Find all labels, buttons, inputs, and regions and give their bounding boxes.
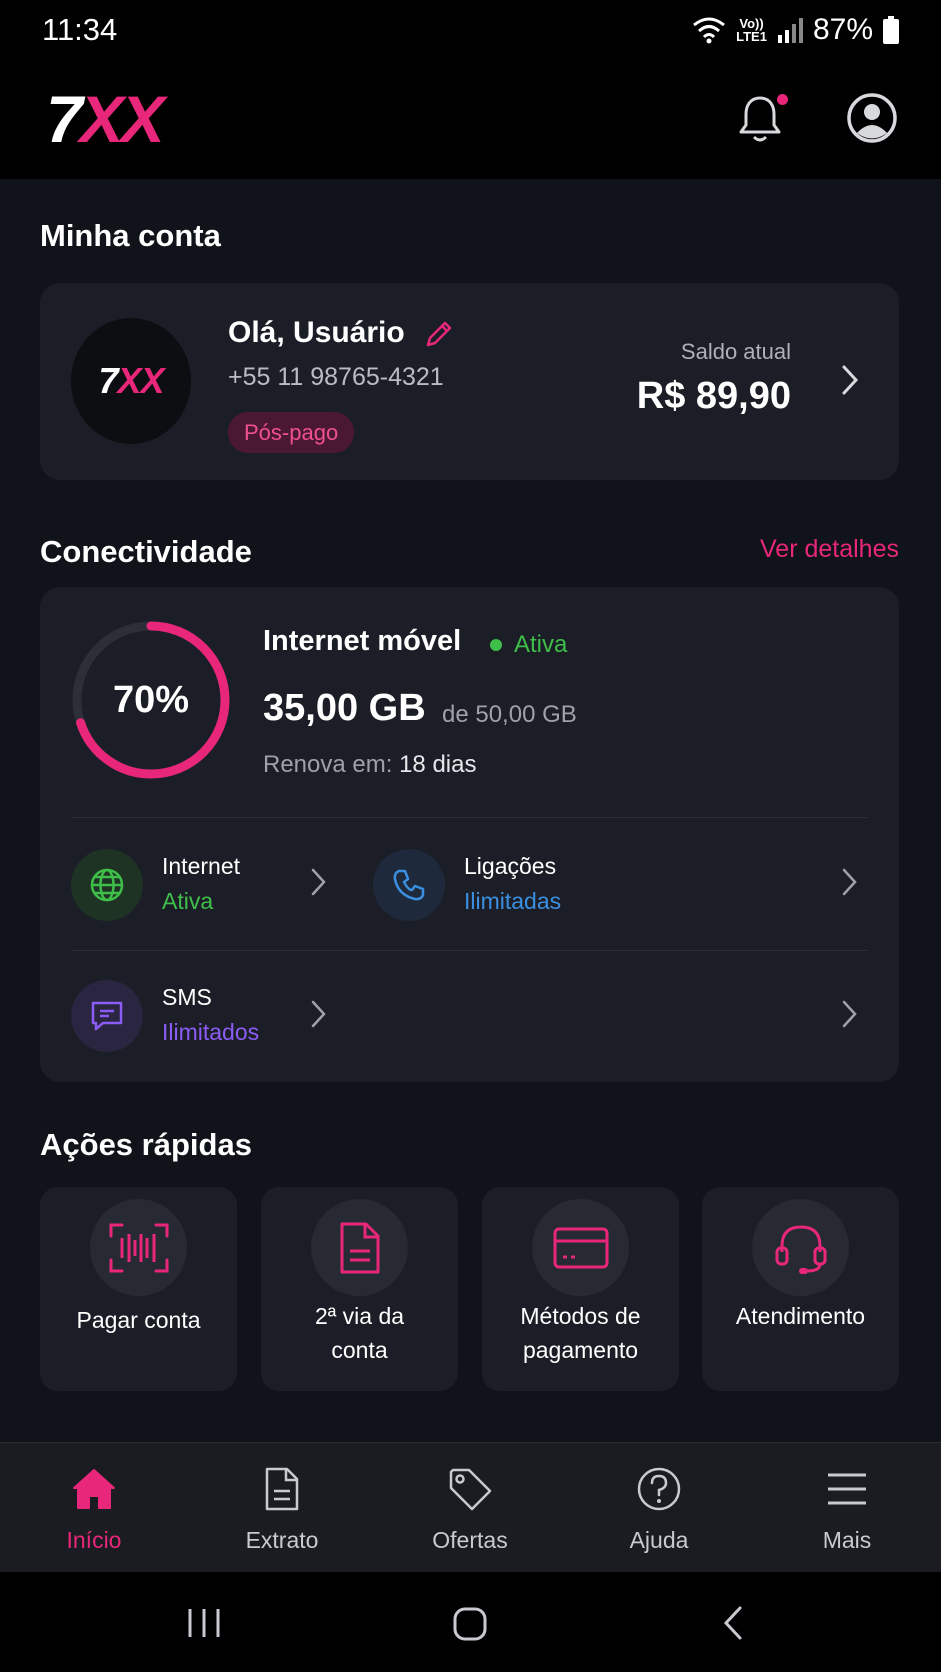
quick-action-label: Pagar conta	[76, 1307, 201, 1333]
bottom-navigation: Início Extrato Ofertas Ajuda Mais	[0, 1442, 941, 1572]
account-greeting: Olá, Usuário	[228, 316, 405, 349]
document-icon	[265, 1467, 299, 1511]
nav-more[interactable]: Mais	[753, 1443, 941, 1573]
phone-icon	[373, 849, 445, 921]
status-bar: 11:34 Vo)) LTE1 87%	[0, 0, 941, 62]
nav-home[interactable]: Início	[0, 1443, 188, 1573]
service-title: Ligações	[464, 853, 557, 879]
brand-logo: 7XX	[46, 82, 165, 156]
divider	[71, 950, 868, 951]
account-card[interactable]: 7 XX Olá, Usuário +55 11 98765-4321 Pós-p…	[40, 283, 899, 480]
recent-apps-icon[interactable]	[186, 1606, 222, 1640]
barcode-icon	[90, 1199, 187, 1296]
chevron-right-icon[interactable]	[308, 998, 330, 1030]
account-section-title: Minha conta	[40, 218, 221, 253]
battery-percent: 87%	[812, 13, 873, 46]
service-title: Internet	[162, 853, 240, 879]
chevron-right-icon[interactable]	[839, 998, 861, 1030]
profile-button[interactable]	[846, 92, 898, 144]
headset-icon	[752, 1199, 849, 1296]
service-title: SMS	[162, 984, 212, 1010]
notification-dot	[777, 94, 788, 105]
data-total: de 50,00 GB	[442, 701, 577, 728]
nav-statement[interactable]: Extrato	[188, 1443, 376, 1573]
connectivity-card: 70% Internet móvel Ativa 35,00 GB de 50,…	[40, 587, 899, 1082]
globe-icon	[71, 849, 143, 921]
data-used: 35,00 GB	[263, 687, 426, 729]
home-icon	[73, 1469, 115, 1509]
edit-name-button[interactable]	[424, 319, 454, 349]
quick-action-label: Atendimento	[735, 1303, 866, 1329]
account-phone: +55 11 98765-4321	[228, 363, 444, 391]
usage-percent: 70%	[112, 678, 190, 721]
plan-type-badge: Pós-pago	[228, 412, 355, 453]
status-time: 11:34	[42, 12, 118, 47]
quick-actions-section-title: Ações rápidas	[40, 1127, 252, 1162]
chevron-right-icon[interactable]	[839, 866, 861, 898]
app-header: 7XX	[0, 62, 941, 179]
home-system-icon[interactable]	[452, 1606, 488, 1642]
credit-card-icon	[532, 1199, 629, 1296]
account-avatar: 7 XX	[71, 318, 191, 444]
user-avatar-icon	[847, 93, 897, 143]
duplicate-bill-button[interactable]: 2ª via da conta	[261, 1187, 458, 1391]
chevron-right-icon[interactable]	[308, 866, 330, 898]
tag-icon	[449, 1468, 492, 1511]
pencil-icon	[426, 321, 452, 347]
system-navigation-bar	[0, 1572, 941, 1672]
renewal-info: Renova em: 18 dias	[263, 751, 477, 778]
notifications-button[interactable]	[738, 92, 788, 148]
service-status: Ilimitados	[162, 1019, 260, 1045]
quick-action-label: pagamento	[522, 1337, 639, 1363]
plan-name: Internet móvel	[263, 625, 462, 657]
quick-action-label: 2ª via da	[314, 1303, 405, 1329]
quick-action-label: Métodos de	[520, 1303, 641, 1329]
divider	[71, 817, 868, 818]
support-button[interactable]: Atendimento	[702, 1187, 899, 1391]
document-icon	[311, 1199, 408, 1296]
status-indicators: Vo)) LTE1 87%	[692, 12, 899, 48]
service-status: Ativa	[162, 888, 214, 914]
pay-bill-button[interactable]: Pagar conta	[40, 1187, 237, 1391]
back-icon[interactable]	[720, 1604, 746, 1642]
view-details-link[interactable]: Ver detalhes	[760, 535, 899, 564]
volte-indicator: Vo)) LTE1	[736, 16, 767, 44]
status-dot	[490, 639, 502, 651]
payment-methods-button[interactable]: Métodos de pagamento	[482, 1187, 679, 1391]
message-icon	[71, 980, 143, 1052]
battery-icon	[883, 16, 899, 44]
service-status: Ilimitadas	[464, 888, 562, 914]
menu-icon	[828, 1473, 866, 1505]
signal-icon	[777, 18, 803, 43]
balance-label: Saldo atual	[680, 339, 791, 364]
bell-icon	[739, 96, 781, 142]
nav-help[interactable]: Ajuda	[565, 1443, 753, 1573]
plan-status: Ativa	[490, 631, 567, 659]
chevron-right-icon[interactable]	[836, 361, 864, 399]
quick-action-label: conta	[331, 1337, 388, 1363]
connectivity-section-title: Conectividade	[40, 534, 252, 569]
help-icon	[637, 1467, 681, 1511]
service-calls[interactable]: Ligações Ilimitadas	[373, 849, 653, 923]
nav-offers[interactable]: Ofertas	[376, 1443, 564, 1573]
balance-value: R$ 89,90	[636, 375, 791, 417]
wifi-icon	[693, 17, 726, 44]
